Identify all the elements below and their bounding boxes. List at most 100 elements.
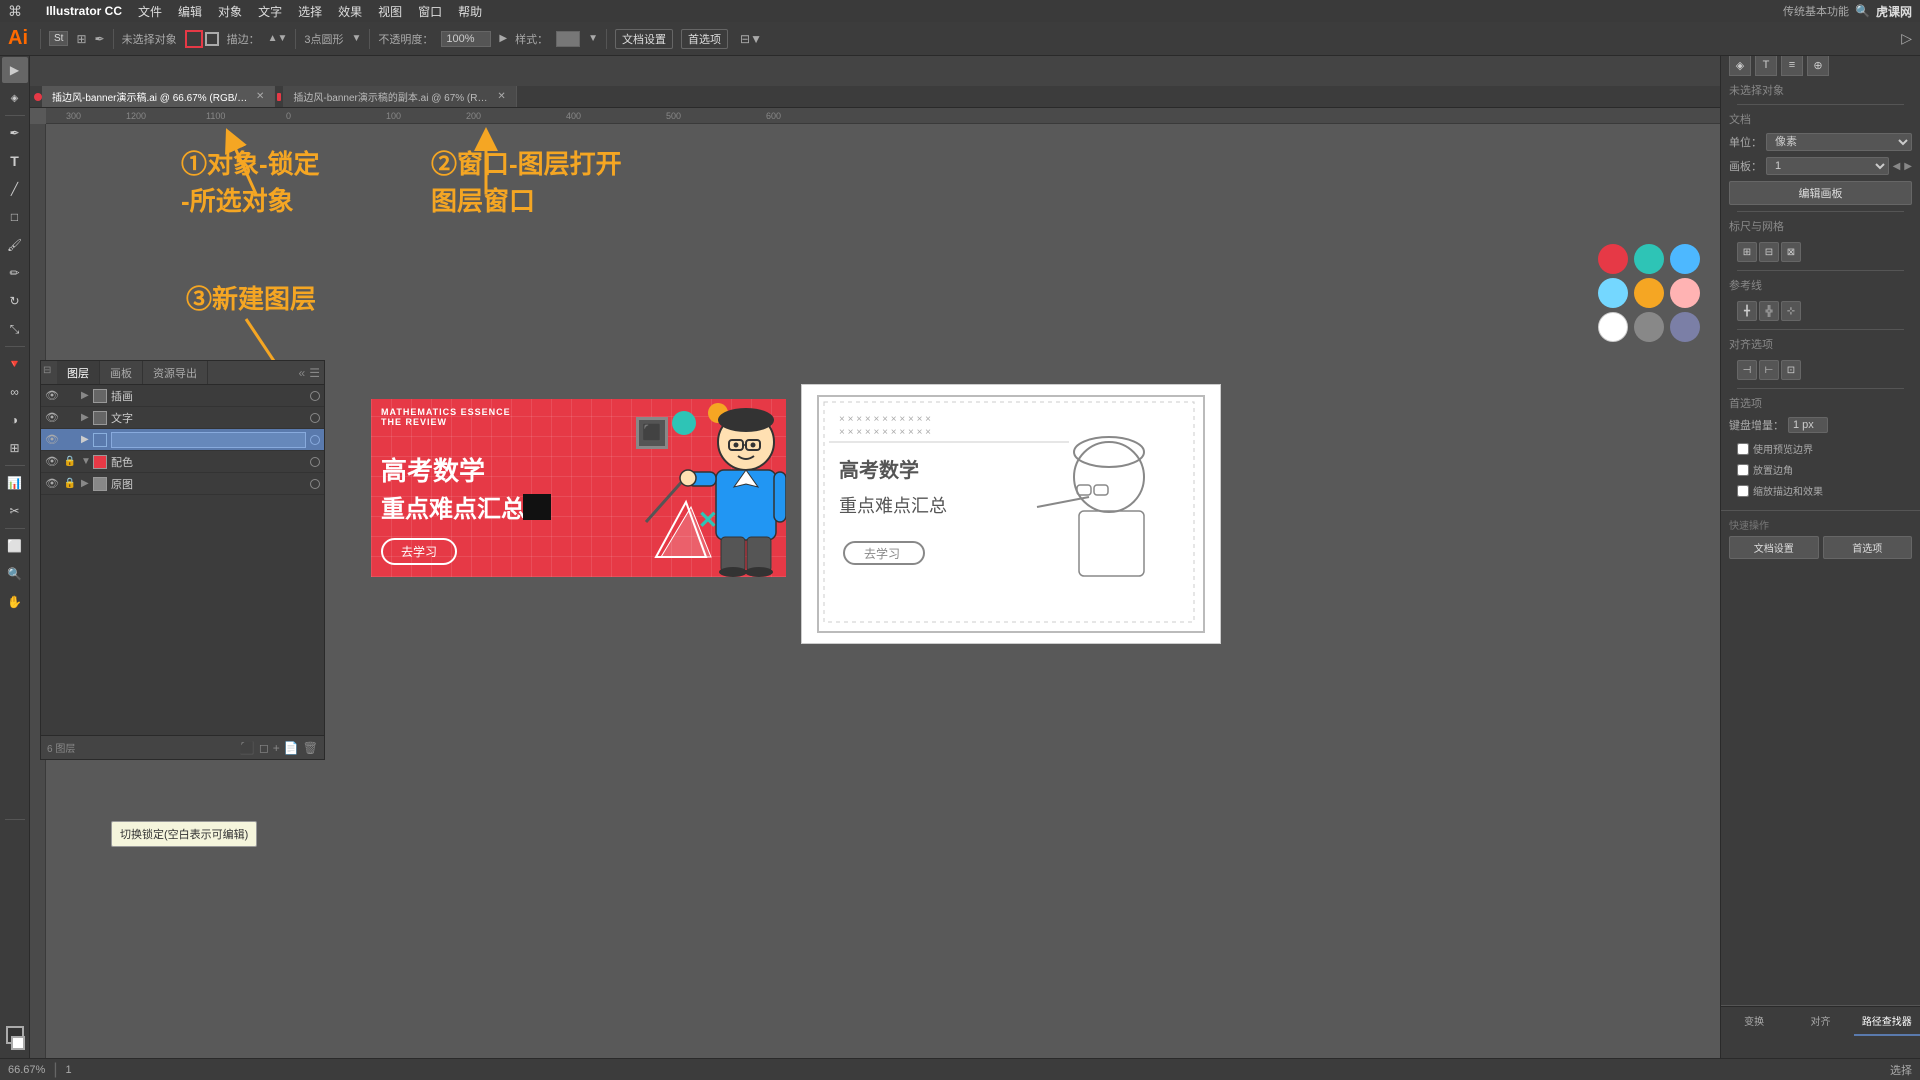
layer-circle-text[interactable]	[310, 413, 320, 423]
bottom-tab-pathfinder[interactable]: 路径查找器	[1854, 1007, 1920, 1036]
appearance-icon[interactable]: ◈	[1729, 54, 1751, 76]
layer-lock-color[interactable]: 🔒	[63, 456, 77, 467]
unit-select[interactable]: 像素	[1766, 133, 1912, 151]
paintbrush-tool[interactable]: 🖌	[2, 232, 28, 258]
app-name[interactable]: Illustrator CC	[46, 4, 122, 18]
new-layer[interactable]: 📄	[284, 741, 299, 755]
pen-tool-icon[interactable]: ✒	[95, 32, 105, 46]
pen-tool[interactable]: ✒	[2, 120, 28, 146]
layer-expand-text[interactable]: ▶	[81, 412, 89, 423]
layer-row-color[interactable]: 👁 🔒 ▼ 配色	[41, 451, 324, 473]
banner-btn[interactable]: 去学习	[381, 538, 457, 565]
menu-object[interactable]: 对象	[218, 3, 242, 20]
artboard-prev[interactable]: ◀	[1893, 161, 1901, 172]
layer-expand-color[interactable]: ▼	[81, 456, 89, 467]
menu-text[interactable]: 文字	[258, 3, 282, 20]
direct-select-tool[interactable]: ◈	[2, 85, 28, 111]
layer-row-illus[interactable]: 👁 ▶ 插画	[41, 385, 324, 407]
layer-row-orig[interactable]: 👁 🔒 ▶ 原图	[41, 473, 324, 495]
bottom-tab-align[interactable]: 对齐	[1787, 1007, 1853, 1036]
grid-icon-1[interactable]: ⊞	[1737, 242, 1757, 262]
grid-icon-3[interactable]: ⊠	[1781, 242, 1801, 262]
layer-name-input[interactable]	[111, 432, 306, 448]
ref-icon-1[interactable]: ╋	[1737, 301, 1757, 321]
artboard-next[interactable]: ▶	[1904, 161, 1912, 172]
tab-1[interactable]: 插边风-banner演示稿.ai @ 66.67% (RGB/GPU 预览) ✕	[42, 86, 275, 107]
apple-menu[interactable]: ⌘	[8, 3, 22, 20]
menu-window[interactable]: 窗口	[418, 3, 442, 20]
grid-icon-2[interactable]: ⊟	[1759, 242, 1779, 262]
make-clipping-mask[interactable]: ◻	[259, 741, 269, 755]
layer-circle-orig[interactable]	[310, 479, 320, 489]
artboard-select[interactable]: 1	[1766, 157, 1889, 175]
layer-eye-orig[interactable]: 👁	[45, 477, 59, 490]
delete-layer[interactable]: 🗑	[303, 741, 318, 755]
menu-help[interactable]: 帮助	[458, 3, 482, 20]
menu-edit[interactable]: 编辑	[178, 3, 202, 20]
layer-eye-text[interactable]: 👁	[45, 411, 59, 424]
tab-2-close[interactable]: ✕	[497, 91, 505, 102]
menu-view[interactable]: 视图	[378, 3, 402, 20]
pathfinder-icon-right[interactable]: ⊕	[1807, 54, 1829, 76]
swatch-white[interactable]	[1598, 312, 1628, 342]
slice-tool[interactable]: ✂	[2, 498, 28, 524]
corner-checkbox[interactable]	[1737, 464, 1749, 476]
opacity-input[interactable]	[441, 31, 491, 47]
swatch-purple[interactable]	[1670, 312, 1700, 342]
swatch-red[interactable]	[1598, 244, 1628, 274]
menu-effect[interactable]: 效果	[338, 3, 362, 20]
stroke-indicator[interactable]	[11, 1036, 25, 1050]
fill-color[interactable]	[185, 30, 203, 48]
swatch-gray[interactable]	[1634, 312, 1664, 342]
layer-circle-color[interactable]	[310, 457, 320, 467]
rotate-tool[interactable]: ↻	[2, 288, 28, 314]
layers-tab-boards[interactable]: 画板	[100, 361, 143, 384]
swatch-pink[interactable]	[1670, 278, 1700, 308]
select-tool[interactable]: ▶	[2, 57, 28, 83]
layer-expand-illus[interactable]: ▶	[81, 390, 89, 401]
layer-eye-color[interactable]: 👁	[45, 455, 59, 468]
edit-artboard-btn[interactable]: 编辑画板	[1729, 181, 1912, 205]
rect-tool[interactable]: □	[2, 204, 28, 230]
swatch-lightblue[interactable]	[1598, 278, 1628, 308]
mesh-tool[interactable]: ⊞	[2, 435, 28, 461]
align-right[interactable]: ⊡	[1781, 360, 1801, 380]
search-icon[interactable]: 🔍	[1855, 4, 1870, 18]
keyboard-value-input[interactable]	[1788, 417, 1828, 433]
layer-circle-active[interactable]	[310, 435, 320, 445]
tab-1-close[interactable]: ✕	[256, 91, 264, 102]
layer-row-active[interactable]: 👁 ▶	[41, 429, 324, 451]
panel-toggle-right[interactable]: ▷	[1901, 30, 1912, 47]
gradient-tool[interactable]: ◑	[2, 407, 28, 433]
stroke-color[interactable]	[205, 32, 219, 46]
view-mode-icon[interactable]: ⊞	[76, 32, 86, 46]
style-swatch[interactable]	[556, 31, 580, 47]
panel-menu-icon[interactable]: ☰	[309, 366, 320, 380]
preferences-btn[interactable]: 首选项	[681, 29, 728, 49]
mode-icon[interactable]: St	[49, 31, 68, 46]
align-left[interactable]: ⊣	[1737, 360, 1757, 380]
align-icon-right[interactable]: ≡	[1781, 54, 1803, 76]
layers-tab-layers[interactable]: 图层	[57, 361, 100, 384]
tab-2[interactable]: 插边风-banner演示稿的副本.ai @ 67% (RGB/GPU 预览) ✕	[283, 86, 516, 107]
eraser-tool[interactable]: ⬜	[2, 533, 28, 559]
hand-tool[interactable]: ✋	[2, 589, 28, 615]
ref-icon-3[interactable]: ⊹	[1781, 301, 1801, 321]
swatch-orange[interactable]	[1634, 278, 1664, 308]
eyedropper-tool[interactable]: 🔻	[2, 351, 28, 377]
pencil-tool[interactable]: ✏	[2, 260, 28, 286]
layer-row-text[interactable]: 👁 ▶ 文字	[41, 407, 324, 429]
doc-settings-btn[interactable]: 文档设置	[615, 29, 673, 49]
snap-checkbox[interactable]	[1737, 485, 1749, 497]
line-tool[interactable]: ╱	[2, 176, 28, 202]
blend-tool[interactable]: ∞	[2, 379, 28, 405]
swatch-teal[interactable]	[1634, 244, 1664, 274]
scale-tool[interactable]: ⤡	[2, 316, 28, 342]
arrange-icon[interactable]: ⊟▼	[740, 32, 762, 46]
menu-file[interactable]: 文件	[138, 3, 162, 20]
traditional-mode[interactable]: 传统基本功能	[1783, 3, 1849, 19]
quick-doc-settings[interactable]: 文档设置	[1729, 536, 1819, 559]
swatch-blue[interactable]	[1670, 244, 1700, 274]
transform-icon[interactable]: T	[1755, 54, 1777, 76]
panel-menu-collapse[interactable]: «	[299, 366, 306, 380]
